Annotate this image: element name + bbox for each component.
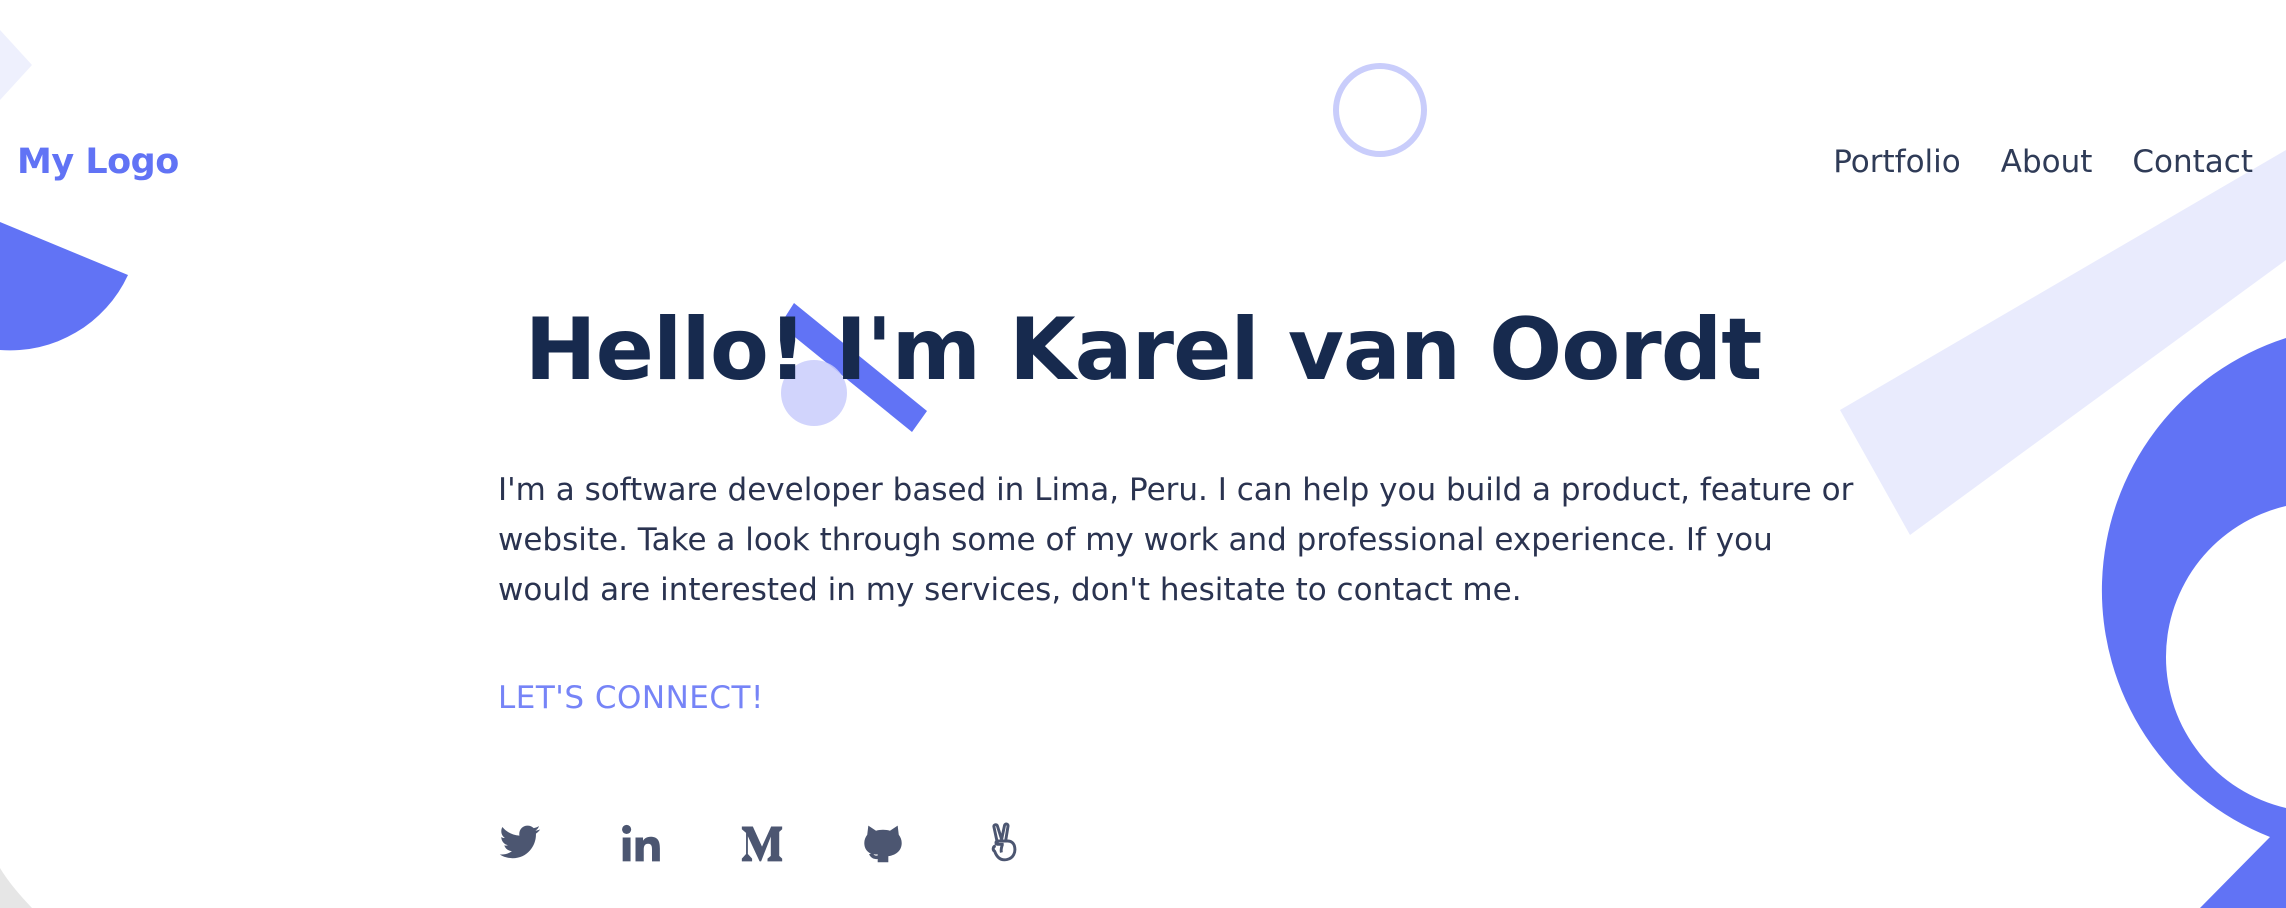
hero-title: Hello! I'm Karel van Oordt: [524, 300, 1763, 400]
linkedin-icon: [622, 824, 660, 862]
medium-link[interactable]: [740, 820, 784, 866]
main-nav: Portfolio About Contact: [1833, 144, 2253, 180]
nav-link-about[interactable]: About: [2001, 144, 2093, 180]
social-links: [498, 820, 1026, 866]
github-link[interactable]: [861, 820, 905, 866]
angellist-link[interactable]: [982, 820, 1026, 866]
twitter-link[interactable]: [498, 820, 542, 866]
angellist-icon: [991, 822, 1017, 862]
nav-link-portfolio[interactable]: Portfolio: [1833, 144, 1961, 180]
background-shapes: [0, 30, 2286, 908]
twitter-icon: [499, 825, 541, 859]
medium-icon: [741, 826, 783, 862]
right-ring-arc-shape: [2101, 338, 2286, 908]
site-logo[interactable]: My Logo: [17, 142, 179, 182]
github-icon: [864, 825, 902, 863]
linkedin-link[interactable]: [619, 820, 663, 866]
top-left-light-shard: [0, 30, 32, 100]
lets-connect-link[interactable]: LET'S CONNECT!: [498, 680, 764, 716]
small-ring-shape: [1333, 63, 1427, 157]
bottom-left-gray-corner: [0, 868, 32, 908]
hero-intro: I'm a software developer based in Lima, …: [498, 472, 1854, 608]
nav-link-contact[interactable]: Contact: [2132, 144, 2253, 180]
